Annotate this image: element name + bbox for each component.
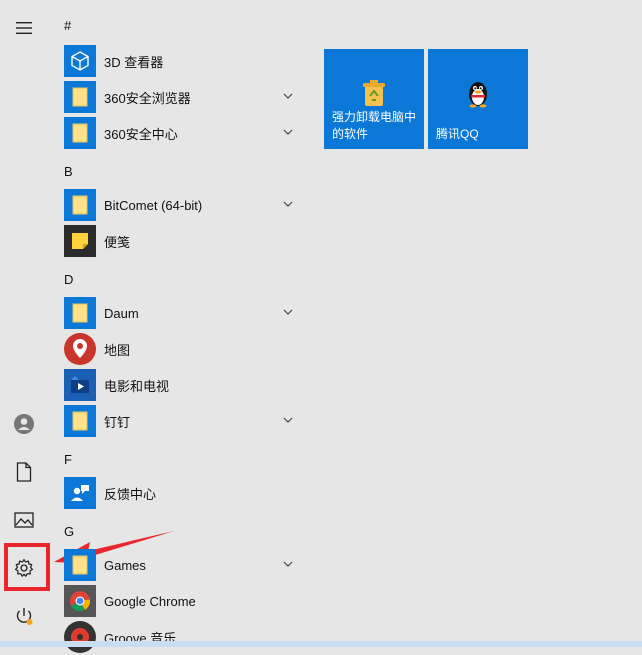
chevron-down-icon[interactable]	[282, 558, 294, 570]
app-360-browser-folder[interactable]: 360安全浏览器	[64, 79, 304, 115]
pictures-icon	[14, 512, 34, 528]
power-icon	[16, 608, 33, 625]
app-movies-tv[interactable]: 电影和电视	[64, 367, 304, 403]
app-label: 360安全中心	[104, 126, 178, 142]
tile-label: 强力卸载电脑中的软件	[332, 110, 417, 141]
app-label: 反馈中心	[104, 486, 157, 502]
chrome-icon	[64, 585, 96, 617]
app-sticky-notes[interactable]: 便笺	[64, 223, 304, 259]
app-label: 3D 查看器	[104, 54, 164, 70]
app-label: Google Chrome	[104, 593, 196, 609]
feedback-icon	[64, 477, 96, 509]
user-account-button[interactable]	[0, 400, 48, 448]
tile-tencent-qq[interactable]: 腾讯QQ	[428, 49, 528, 149]
movies-icon	[64, 369, 96, 401]
power-button[interactable]	[0, 592, 48, 640]
app-games-folder[interactable]: Games	[64, 547, 304, 583]
section-header-b[interactable]: B	[64, 164, 73, 179]
settings-highlight-box	[4, 543, 50, 591]
map-pin-icon	[64, 333, 96, 365]
app-label: 钉钉	[104, 414, 131, 430]
qq-penguin-icon	[469, 82, 487, 108]
chevron-down-icon[interactable]	[282, 90, 294, 102]
user-avatar-icon	[14, 414, 34, 434]
chevron-down-icon[interactable]	[282, 126, 294, 138]
tile-uninstaller[interactable]: 强力卸载电脑中的软件	[324, 49, 424, 149]
chevron-down-icon[interactable]	[282, 414, 294, 426]
folder-icon	[64, 405, 96, 437]
app-google-chrome[interactable]: Google Chrome	[64, 583, 304, 619]
documents-button[interactable]	[0, 448, 48, 496]
app-feedback-hub[interactable]: 反馈中心	[64, 475, 304, 511]
folder-icon	[64, 117, 96, 149]
app-dingtalk-folder[interactable]: 钉钉	[64, 403, 304, 439]
app-label: Games	[104, 557, 146, 573]
app-360-security-folder[interactable]: 360安全中心	[64, 115, 304, 151]
groove-music-icon	[64, 621, 96, 653]
section-header-f[interactable]: F	[64, 452, 72, 467]
app-label: 地图	[104, 342, 131, 358]
app-daum-folder[interactable]: Daum	[64, 295, 304, 331]
document-icon	[16, 462, 32, 482]
pictures-button[interactable]	[0, 496, 48, 544]
cube-icon	[64, 45, 96, 77]
folder-icon	[64, 81, 96, 113]
app-label: BitComet (64-bit)	[104, 197, 203, 213]
app-3d-viewer[interactable]: 3D 查看器	[64, 43, 304, 79]
chevron-down-icon[interactable]	[282, 306, 294, 318]
app-bitcomet-folder[interactable]: BitComet (64-bit)	[64, 187, 304, 223]
section-header-hash[interactable]: #	[64, 18, 71, 33]
tile-label: 腾讯QQ	[436, 127, 479, 141]
section-header-d[interactable]: D	[64, 272, 73, 287]
chevron-down-icon[interactable]	[282, 198, 294, 210]
hamburger-icon	[16, 22, 32, 34]
app-label: 便笺	[104, 234, 131, 250]
folder-icon	[64, 189, 96, 221]
recycle-bin-icon	[363, 80, 385, 106]
app-label: Daum	[104, 305, 139, 321]
app-label: 电影和电视	[104, 378, 170, 394]
folder-icon	[64, 549, 96, 581]
app-groove-music[interactable]: Groove 音乐	[64, 619, 304, 655]
taskbar-edge	[0, 641, 642, 647]
expand-menu-button[interactable]	[0, 4, 48, 52]
sticky-note-icon	[64, 225, 96, 257]
app-label: 360安全浏览器	[104, 90, 191, 106]
section-header-g[interactable]: G	[64, 524, 74, 539]
app-maps[interactable]: 地图	[64, 331, 304, 367]
folder-icon	[64, 297, 96, 329]
